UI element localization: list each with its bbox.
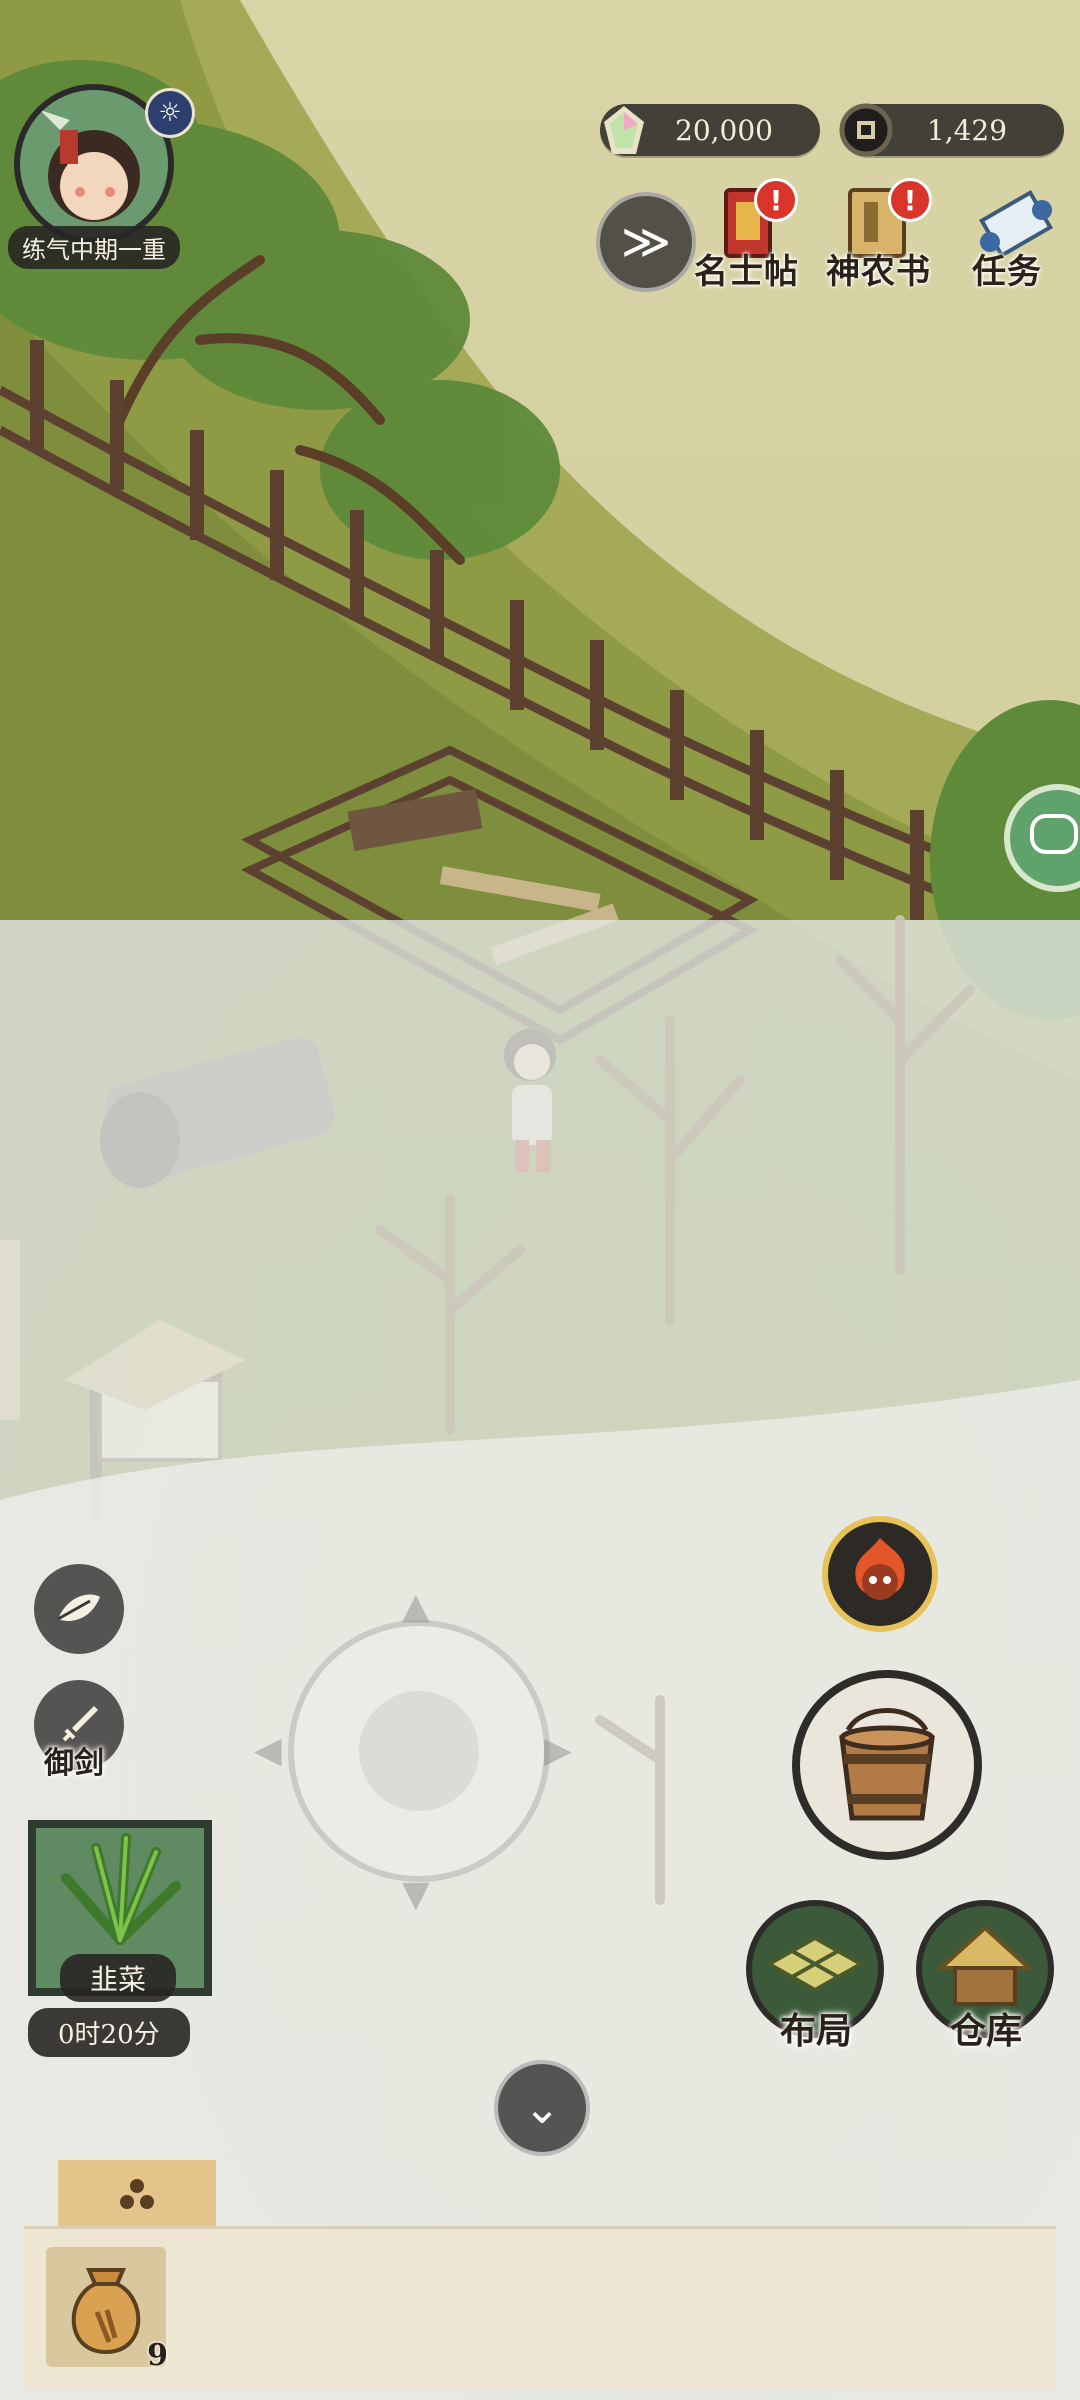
chat-icon	[1030, 814, 1078, 854]
fire-spirit-icon	[855, 1538, 905, 1600]
sword-fly-label: 御剑	[44, 1746, 104, 1781]
alert-badge: !	[754, 178, 798, 222]
crop-timer: 0时20分	[28, 2008, 190, 2057]
arrow-right-icon: ▶	[544, 1730, 572, 1771]
leaf-icon	[57, 1594, 100, 1621]
coin-currency[interactable]: 1,429	[839, 103, 1064, 157]
stack-icon	[120, 2179, 154, 2209]
virtual-joystick[interactable]: ▲ ▼ ◀ ▶	[254, 1586, 572, 1915]
arrow-down-icon: ▼	[402, 1874, 430, 1915]
water-bucket-button[interactable]	[792, 1670, 982, 1860]
inventory-slot[interactable]: 9	[46, 2247, 168, 2373]
menu-label-shennongshu: 神农书	[826, 252, 931, 292]
inventory-tab[interactable]	[58, 2160, 216, 2228]
layout-grid-icon	[765, 1935, 865, 1993]
layout-label: 布局	[780, 2010, 853, 2052]
arrow-up-icon: ▲	[402, 1586, 430, 1627]
jade-currency[interactable]: 20,000	[600, 104, 820, 156]
settings-button[interactable]: ☼	[145, 88, 195, 138]
chive-icon	[61, 1833, 181, 1945]
item-count: 9	[147, 2338, 168, 2373]
granary-icon	[935, 1925, 1035, 2006]
chevron-down-icon: ⌄	[523, 2082, 561, 2134]
arrow-left-icon: ◀	[254, 1730, 282, 1771]
spirit-skill-button[interactable]	[822, 1516, 938, 1632]
leaf-button[interactable]	[34, 1564, 124, 1654]
copper-coin-icon	[839, 103, 893, 157]
inventory-panel: 9	[24, 2226, 1056, 2389]
joystick-knob[interactable]	[359, 1691, 479, 1811]
cultivation-realm: 练气中期一重	[8, 226, 180, 269]
menu-label-tasks: 任务	[972, 252, 1042, 292]
chevron-right-icon: ≫	[620, 214, 672, 270]
seed-bag-icon	[71, 2268, 141, 2355]
alert-badge: !	[888, 178, 932, 222]
expand-bottom-button[interactable]: ⌄	[494, 2060, 590, 2156]
crop-name: 韭菜	[60, 1954, 177, 2002]
crystal-icon	[604, 106, 644, 154]
jade-amount: 20,000	[675, 113, 773, 147]
wooden-bucket-icon	[839, 1708, 935, 1821]
collapse-menu-button[interactable]: ≫	[596, 192, 696, 292]
sun-gear-icon: ☼	[158, 98, 182, 128]
coin-amount: 1,429	[926, 113, 1008, 147]
storage-label: 仓库	[950, 2010, 1023, 2052]
menu-label-mingshitie: 名士帖	[694, 252, 799, 292]
